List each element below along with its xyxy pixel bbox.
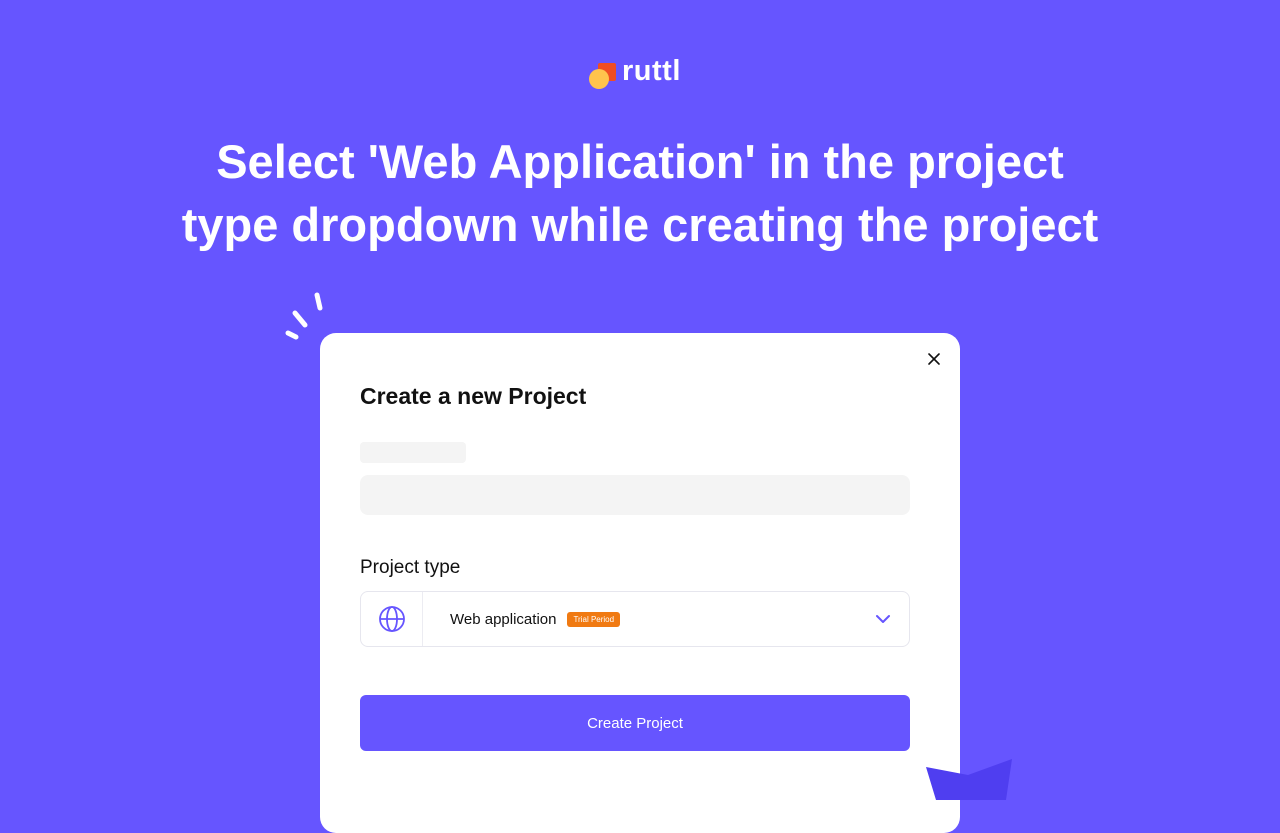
project-type-selected-value: Web application <box>450 610 557 628</box>
headline-line-2: type dropdown while creating the project <box>181 198 1099 251</box>
trial-period-badge: Trial Period <box>567 611 621 627</box>
project-type-dropdown[interactable]: Web application Trial Period <box>360 591 910 647</box>
globe-icon <box>378 606 405 632</box>
modal-title: Create a new Project <box>360 383 587 409</box>
paper-plane-decoration-icon <box>926 759 1012 800</box>
headline: Select 'Web Application' in the project … <box>0 130 1280 256</box>
project-name-input[interactable] <box>360 475 910 515</box>
logo-mark-icon <box>588 59 618 89</box>
logo-wordmark: ruttl <box>622 54 681 87</box>
create-project-modal: Create a new Project Project type Web ap… <box>320 333 960 833</box>
create-project-button[interactable]: Create Project <box>360 695 910 751</box>
chevron-down-icon[interactable] <box>875 612 891 626</box>
project-type-label: Project type <box>360 557 461 578</box>
project-name-label-placeholder <box>360 442 466 463</box>
ruttl-logo: ruttl <box>588 54 681 90</box>
project-type-icon-cell <box>361 592 423 646</box>
headline-line-1: Select 'Web Application' in the project <box>216 135 1064 188</box>
logo-circle <box>589 69 609 89</box>
close-icon[interactable] <box>926 351 942 367</box>
